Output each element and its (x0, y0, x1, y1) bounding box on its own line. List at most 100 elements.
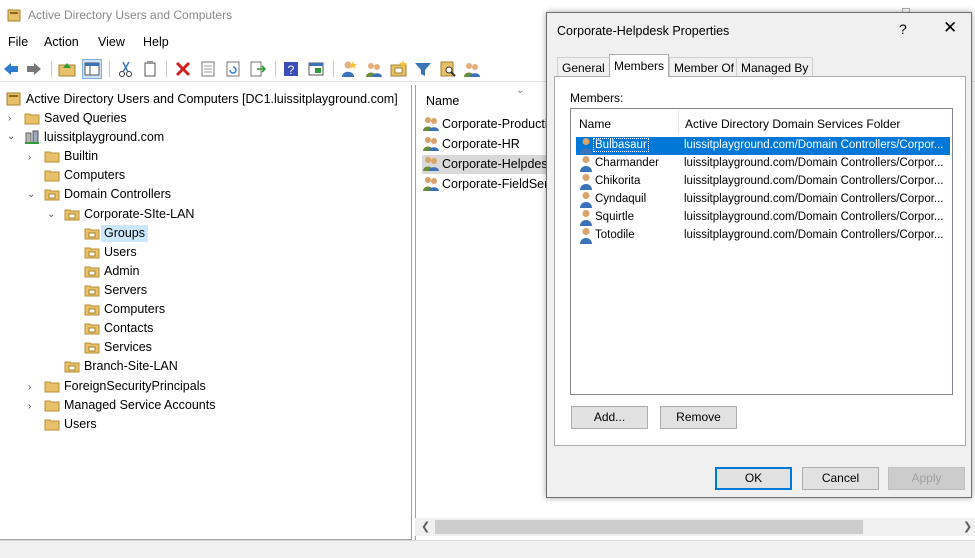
list-item-group-selected[interactable]: Corporate-Helpdesk (422, 155, 552, 174)
ok-button[interactable]: OK (715, 467, 792, 490)
list-item-group[interactable]: Corporate-FieldService (422, 175, 552, 194)
sort-chevron-icon: ⌄ (516, 85, 525, 96)
ou-icon (84, 323, 100, 335)
ou-icon (64, 361, 80, 373)
apply-button[interactable]: Apply (888, 467, 965, 490)
member-row[interactable]: Charmander luissitplayground.com/Domain … (576, 155, 950, 173)
group-icon (423, 117, 439, 131)
properties-dialog: Corporate-Helpdesk Properties ? ✕ Genera… (546, 12, 972, 498)
chevron-down-icon[interactable]: ⌄ (7, 131, 15, 142)
chevron-right-icon[interactable]: › (28, 152, 31, 163)
chevron-right-icon[interactable]: › (28, 382, 31, 393)
ou-icon (84, 304, 100, 316)
group-icon (423, 177, 439, 191)
member-row-selected[interactable]: Bulbasaur luissitplayground.com/Domain C… (576, 137, 950, 155)
group-icon (423, 137, 439, 151)
menu-file[interactable]: File (8, 35, 28, 49)
user-icon (580, 228, 592, 244)
member-row[interactable]: Cyndaquil luissitplayground.com/Domain C… (576, 191, 950, 209)
delete-icon[interactable] (174, 60, 192, 78)
show-hide-tree-icon[interactable] (82, 59, 102, 79)
back-icon[interactable] (2, 60, 20, 78)
folder-icon (44, 170, 60, 182)
dialog-title: Corporate-Helpdesk Properties (557, 24, 730, 38)
domain-icon (25, 130, 39, 144)
horizontal-scrollbar[interactable]: ❮ ❯ (415, 518, 975, 536)
toolbar-separator (166, 61, 167, 77)
toolbar-separator (109, 61, 110, 77)
ou-icon (44, 189, 60, 201)
column-divider[interactable] (678, 110, 679, 134)
folder-icon (24, 113, 40, 125)
ou-icon (84, 342, 100, 354)
scrollbar-thumb[interactable] (435, 520, 863, 534)
user-icon (580, 174, 592, 190)
tab-general[interactable]: General (557, 57, 610, 76)
folder-icon (44, 400, 60, 412)
help-button[interactable]: ? (899, 21, 907, 37)
scroll-right-icon[interactable]: ❯ (963, 520, 972, 533)
folder-icon (44, 151, 60, 163)
ou-icon (64, 209, 80, 221)
add-to-group-icon[interactable] (463, 60, 481, 78)
toolbar-separator (333, 61, 334, 77)
chevron-right-icon[interactable]: › (8, 113, 11, 124)
list-item-group[interactable]: Corporate-HR (422, 135, 552, 154)
ou-icon (84, 228, 100, 240)
up-folder-icon[interactable] (58, 60, 76, 78)
tab-members[interactable]: Members (609, 54, 670, 77)
aduc-app-icon (7, 9, 21, 22)
ou-icon (84, 247, 100, 259)
member-row[interactable]: Chikorita luissitplayground.com/Domain C… (576, 173, 950, 191)
menu-view[interactable]: View (98, 35, 125, 49)
properties-icon[interactable] (199, 60, 217, 78)
filter-icon[interactable] (414, 60, 432, 78)
scroll-left-icon[interactable]: ❮ (421, 520, 430, 533)
cut-icon[interactable] (117, 60, 135, 78)
chevron-down-icon[interactable]: ⌄ (47, 209, 55, 220)
remove-button[interactable]: Remove (660, 406, 737, 429)
add-button[interactable]: Add... (571, 406, 648, 429)
new-user-icon[interactable] (340, 60, 358, 78)
column-header-name[interactable]: Name (426, 94, 459, 108)
member-row[interactable]: Totodile luissitplayground.com/Domain Co… (576, 227, 950, 245)
menu-help[interactable]: Help (143, 35, 169, 49)
close-icon[interactable]: ✕ (943, 18, 957, 38)
list-item-group[interactable]: Corporate-Production (422, 115, 552, 134)
members-tab-body: Members: Name Active Directory Domain Se… (554, 76, 966, 446)
forward-icon[interactable] (25, 60, 43, 78)
new-ou-icon[interactable] (390, 60, 408, 78)
window-title: Active Directory Users and Computers (28, 8, 233, 22)
export-icon[interactable] (249, 60, 267, 78)
help-icon[interactable]: ? (282, 60, 300, 78)
member-row[interactable]: Squirtle luissitplayground.com/Domain Co… (576, 209, 950, 227)
aduc-root-icon (6, 92, 21, 106)
tab-managed-by[interactable]: Managed By (736, 57, 814, 76)
menu-action[interactable]: Action (44, 35, 79, 49)
ou-icon (84, 285, 100, 297)
toolbar-separator (275, 61, 276, 77)
column-header-folder[interactable]: Active Directory Domain Services Folder (685, 117, 900, 131)
status-bar (0, 540, 975, 558)
members-label: Members: (570, 91, 624, 105)
user-icon (580, 138, 592, 154)
refresh-icon[interactable] (224, 60, 242, 78)
folder-icon (44, 419, 60, 431)
user-icon (580, 192, 592, 208)
chevron-right-icon[interactable]: › (28, 401, 31, 412)
cancel-button[interactable]: Cancel (802, 467, 879, 490)
column-header-name[interactable]: Name (579, 117, 611, 131)
new-group-icon[interactable] (365, 60, 383, 78)
tab-member-of[interactable]: Member Of (669, 57, 740, 76)
members-list[interactable]: Name Active Directory Domain Services Fo… (570, 108, 953, 395)
user-icon (580, 210, 592, 226)
ou-icon (84, 266, 100, 278)
copy-icon[interactable] (141, 60, 159, 78)
chevron-down-icon[interactable]: ⌄ (27, 189, 35, 200)
toolbar-separator (51, 61, 52, 77)
svg-text:?: ? (288, 63, 295, 77)
console-tree: Active Directory Users and Computers [DC… (0, 85, 412, 540)
find-icon[interactable] (439, 60, 457, 78)
console-icon[interactable] (307, 60, 325, 78)
user-icon (580, 156, 592, 172)
